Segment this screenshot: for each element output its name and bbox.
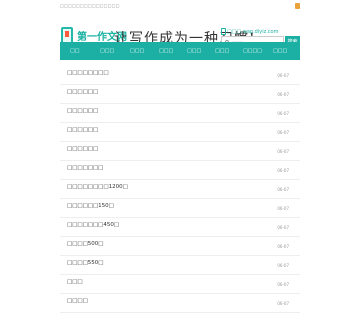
- list-item-title[interactable]: □□□□□□□: [67, 165, 103, 171]
- list-item-date: 06-07: [277, 263, 289, 268]
- list-item-date: 06-07: [277, 149, 289, 154]
- list-item[interactable]: □□□□□□□450□ 06-07: [60, 218, 300, 237]
- list-item-date: 06-07: [277, 301, 289, 306]
- list-item-date: 06-07: [277, 130, 289, 135]
- top-bar: □□□□□□□□□□□□□□□: [0, 0, 360, 12]
- nav-item[interactable]: □□□: [159, 42, 173, 60]
- list-item-date: 06-07: [277, 187, 289, 192]
- list-item-title[interactable]: □□□□□□: [67, 108, 98, 114]
- list-item-title[interactable]: □□□□□□150□: [67, 203, 114, 209]
- list-item[interactable]: □□□□□□ 06-07: [60, 104, 300, 123]
- main-nav: □□ □□□ □□□ □□□ □□□ □□□ □□□□ □□□: [60, 42, 300, 60]
- list-item-title[interactable]: □□□□□□: [67, 89, 98, 95]
- list-item-title[interactable]: □□□□500□: [67, 241, 103, 247]
- list-item-title[interactable]: □□□□: [67, 298, 88, 304]
- nav-item[interactable]: □□: [70, 42, 79, 60]
- list-item-title[interactable]: □□□□□□□450□: [67, 222, 119, 228]
- list-item-title[interactable]: □□□□□□: [67, 127, 98, 133]
- list-item-date: 06-07: [277, 73, 289, 78]
- list-item-title[interactable]: □□□: [67, 279, 83, 285]
- list-item[interactable]: □□□□□□ 06-07: [60, 123, 300, 142]
- wap-link-text[interactable]: □□□ wap.diyiz.com: [227, 29, 278, 35]
- list-item-date: 06-07: [277, 244, 289, 249]
- list-item-title[interactable]: □□□□□□□□: [67, 70, 109, 76]
- list-item[interactable]: □□□□□□□ 06-07: [60, 161, 300, 180]
- list-item-date: 06-07: [277, 225, 289, 230]
- list-item[interactable]: □□□□□□□□1200□ 06-07: [60, 180, 300, 199]
- list-item[interactable]: □□□□□□150□ 06-07: [60, 199, 300, 218]
- nav-item[interactable]: □□□: [100, 42, 114, 60]
- nav-item[interactable]: □□□□: [243, 42, 262, 60]
- list-item-title[interactable]: □□□□□□: [67, 146, 98, 152]
- nav-item[interactable]: □□□: [273, 42, 287, 60]
- list-item[interactable]: □□□□□□ 06-07: [60, 142, 300, 161]
- list-item-date: 06-07: [277, 282, 289, 287]
- list-item[interactable]: □□□□ 06-07: [60, 294, 300, 313]
- list-item[interactable]: □□□□□□ 06-07: [60, 85, 300, 104]
- site-header: 第一作文网 □□□□□□□□□ 让写作成为一种习惯! □□□ wap.diyiz…: [0, 12, 360, 48]
- list-item[interactable]: □□□□□□□□ 06-07: [60, 66, 300, 85]
- nav-item[interactable]: □□□: [187, 42, 201, 60]
- list-item-date: 06-07: [277, 111, 289, 116]
- list-item-title[interactable]: □□□□550□: [67, 260, 103, 266]
- top-bar-text: □□□□□□□□□□□□□□□: [60, 3, 120, 8]
- nav-item[interactable]: □□□: [215, 42, 229, 60]
- phone-icon: [221, 28, 226, 35]
- list-item[interactable]: □□□ 06-07: [60, 275, 300, 294]
- list-item[interactable]: □□□□550□ 06-07: [60, 256, 300, 275]
- bookmark-icon[interactable]: [295, 3, 300, 9]
- wap-link[interactable]: □□□ wap.diyiz.com: [221, 28, 278, 35]
- list-item-date: 06-07: [277, 206, 289, 211]
- list-item-title[interactable]: □□□□□□□□1200□: [67, 184, 128, 190]
- list-item-date: 06-07: [277, 92, 289, 97]
- list-item[interactable]: □□□□500□ 06-07: [60, 237, 300, 256]
- article-list: □□□□□□□□ 06-07 □□□□□□ 06-07 □□□□□□ 06-07 □□…: [60, 66, 300, 313]
- list-item-date: 06-07: [277, 168, 289, 173]
- nav-item[interactable]: □□□: [130, 42, 144, 60]
